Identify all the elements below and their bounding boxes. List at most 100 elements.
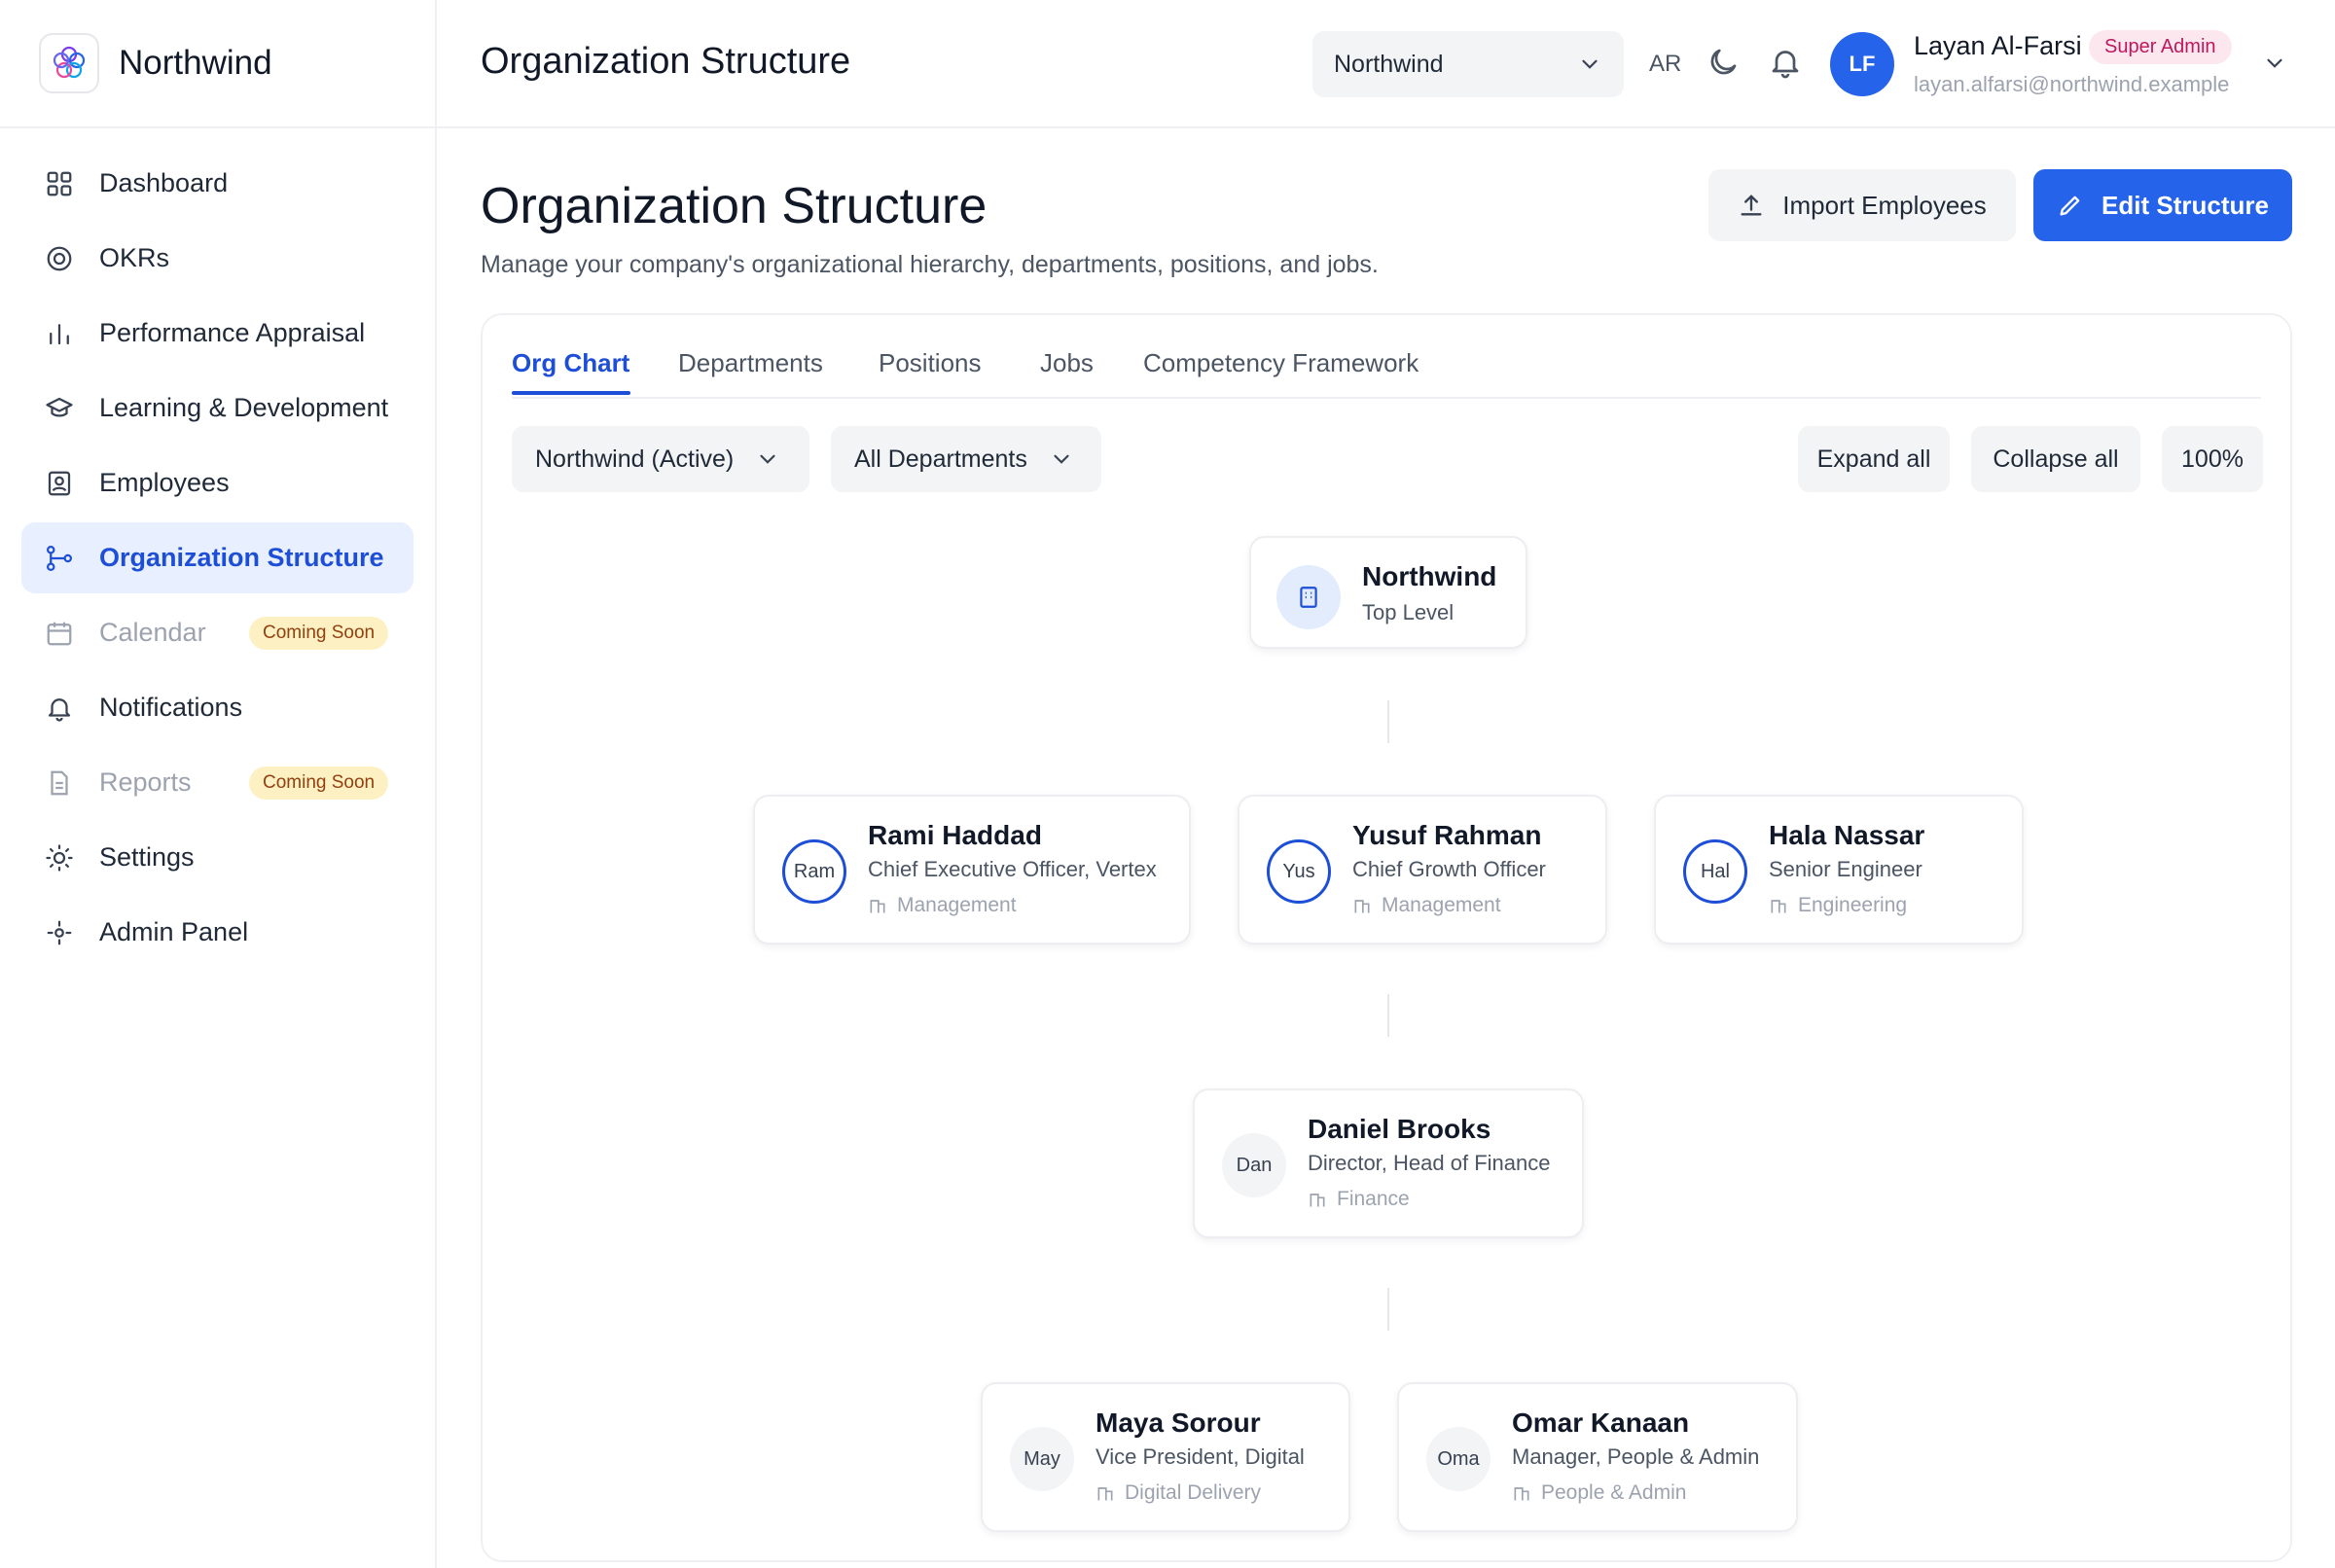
department-building-icon [870,900,885,913]
sidebar-item-dashboard[interactable]: Dashboard [21,148,413,219]
employee-name: Hala Nassar [1769,820,1925,850]
bar-chart-icon [43,317,76,350]
chevron-down-icon[interactable] [2262,51,2287,81]
sidebar-item-label: Reports [99,767,192,797]
department-building-icon [1771,900,1786,913]
sidebar-item-notifications[interactable]: Notifications [21,672,413,743]
employee-node[interactable]: Ram Rami Haddad Chief Executive Officer,… [753,795,1191,944]
sidebar-item-employees[interactable]: Employees [21,447,413,518]
edit-structure-button[interactable]: Edit Structure [2033,169,2292,241]
employee-department-label: Management [897,894,1017,916]
zoom-level-button[interactable]: 100% [2162,426,2263,492]
company-filter-value: Northwind (Active) [535,445,735,473]
tab-departments[interactable]: Departments [678,348,823,378]
moon-icon[interactable] [1706,45,1741,85]
employee-node[interactable]: Dan Daniel Brooks Director, Head of Fina… [1193,1088,1584,1238]
employee-department-label: Management [1382,894,1501,916]
import-employees-label: Import Employees [1782,190,1987,220]
sidebar-item-learning-development[interactable]: Learning & Development [21,373,413,444]
language-toggle[interactable]: AR [1649,51,1681,78]
collapse-all-button[interactable]: Collapse all [1971,426,2140,492]
tab-org-chart[interactable]: Org Chart [512,348,629,378]
organization-select[interactable]: Northwind [1312,31,1624,97]
page-title: Organization Structure [481,178,988,234]
root-level: Top Level [1362,600,1455,624]
sidebar-item-reports: Reports Coming Soon [21,747,413,818]
bell-icon[interactable] [1768,45,1803,85]
sidebar-item-okrs[interactable]: OKRs [21,223,413,294]
employee-node[interactable]: Oma Omar Kanaan Manager, People & Admin … [1397,1382,1798,1532]
admin-cog-icon [43,916,76,949]
employee-node[interactable]: Yus Yusuf Rahman Chief Growth Officer Ma… [1238,795,1607,944]
id-badge-icon [43,467,76,500]
employee-name: Rami Haddad [868,820,1042,850]
document-icon [43,766,76,800]
employee-department-label: Engineering [1798,894,1908,916]
page-subtitle: Manage your company's organizational hie… [481,251,1379,278]
chevron-down-icon [1054,454,1069,464]
user-email: layan.alfarsi@northwind.example [1914,72,2230,96]
import-employees-button[interactable]: Import Employees [1708,169,2016,241]
employee-name: Omar Kanaan [1512,1408,1690,1438]
employee-node[interactable]: Hal Hala Nassar Senior Engineer Engineer… [1654,795,2024,944]
building-icon [1276,565,1341,629]
sun-gear-icon [43,841,76,874]
department-building-icon [1354,900,1370,913]
employee-department: People & Admin [1512,1481,1686,1505]
employee-avatar: Dan [1222,1133,1286,1197]
tab-positions[interactable]: Positions [879,348,982,378]
sidebar-item-performance-appraisal[interactable]: Performance Appraisal [21,298,413,369]
sidebar-item-label: Admin Panel [99,917,249,946]
employee-department: Engineering [1769,894,1907,917]
bell-icon [43,692,76,725]
role-badge: Super Admin [2089,30,2232,64]
organization-select-value: Northwind [1334,50,1444,78]
employee-avatar: Oma [1426,1427,1491,1491]
user-avatar[interactable]: LF [1830,32,1894,96]
target-icon [43,242,76,275]
employee-department-label: Digital Delivery [1125,1481,1262,1504]
calendar-icon [43,617,76,650]
sidebar-item-settings[interactable]: Settings [21,822,413,893]
sidebar-item-label: Dashboard [99,168,229,197]
department-filter-select[interactable]: All Departments [831,426,1101,492]
chart-connector [1387,700,1389,743]
expand-all-button[interactable]: Expand all [1798,426,1950,492]
employee-position: Senior Engineer [1769,857,1922,881]
upload-icon [1741,195,1762,216]
sidebar-item-label: Learning & Development [99,393,389,422]
sidebar-item-admin-panel[interactable]: Admin Panel [21,897,413,968]
graduation-cap-icon [43,392,76,425]
employee-department: Management [1352,894,1501,917]
employee-position: Chief Executive Officer, Vertex [868,857,1157,881]
tab-jobs[interactable]: Jobs [1040,348,1094,378]
employee-avatar: Ram [782,839,846,904]
chevron-down-icon [1582,59,1598,69]
user-name: Layan Al-Farsi [1914,31,2082,60]
employee-name: Yusuf Rahman [1352,820,1542,850]
employee-position: Manager, People & Admin [1512,1444,1760,1469]
sidebar-item-organization-structure[interactable]: Organization Structure [21,522,413,593]
flower-logo-icon [39,33,99,93]
brand[interactable]: Northwind [0,0,435,128]
sidebar-item-label: Notifications [99,693,243,722]
sidebar-item-label: Calendar [99,618,206,647]
sidebar-item-label: Settings [99,842,195,872]
tab-competency-framework[interactable]: Competency Framework [1143,348,1419,378]
org-root-node[interactable]: Northwind Top Level [1249,536,1527,649]
chevron-down-icon [760,454,775,464]
department-building-icon [1310,1194,1325,1207]
employee-department: Finance [1308,1188,1410,1211]
company-filter-select[interactable]: Northwind (Active) [512,426,809,492]
employee-name: Maya Sorour [1096,1408,1261,1438]
sidebar-item-calendar: Calendar Coming Soon [21,597,413,668]
department-building-icon [1097,1487,1113,1501]
employee-avatar: Yus [1267,839,1331,904]
top-header: Organization Structure Northwind AR LF L… [437,0,2335,128]
employee-position: Director, Head of Finance [1308,1151,1551,1175]
employee-node[interactable]: May Maya Sorour Vice President, Digital … [981,1382,1350,1532]
employee-avatar: May [1010,1427,1074,1491]
employee-name: Daniel Brooks [1308,1114,1491,1144]
sidebar: Northwind Dashboard OKRs Performance App… [0,0,437,1568]
pencil-icon [2060,196,2080,216]
